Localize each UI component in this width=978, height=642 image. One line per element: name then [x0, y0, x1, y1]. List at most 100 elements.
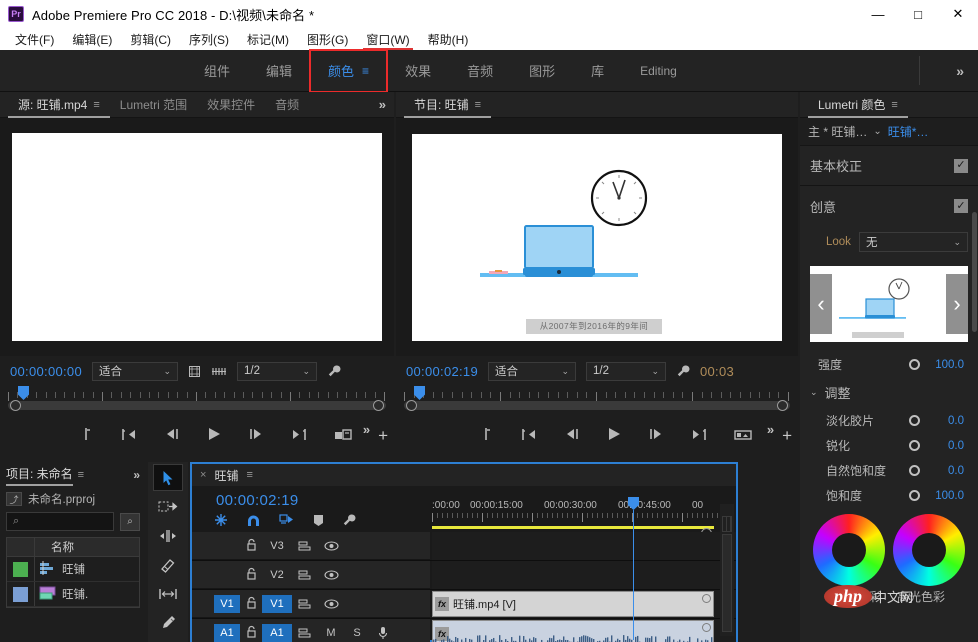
track-header-v1[interactable]: V1 V1 [192, 590, 430, 618]
play-button-icon[interactable] [206, 427, 222, 441]
table-row[interactable]: 旺铺. [7, 582, 139, 607]
timeline-vertical-scrollbar[interactable] [720, 504, 734, 636]
lumetri-look-next-button[interactable]: › [946, 274, 968, 334]
program-zoom-scrollbar[interactable] [404, 400, 790, 411]
lumetri-intensity-knob[interactable] [909, 359, 920, 370]
workspace-tab-libraries[interactable]: 库 [573, 50, 622, 92]
menu-marker[interactable]: 标记(M) [238, 29, 298, 50]
source-patch-v3[interactable] [214, 537, 240, 555]
track-header-v3[interactable]: V3 [192, 532, 430, 560]
maximize-button[interactable]: □ [898, 0, 938, 28]
lumetri-look-preview[interactable]: ‹ › [810, 266, 968, 342]
timeline-work-area-bar[interactable] [432, 526, 714, 529]
mute-track-button[interactable]: M [318, 627, 344, 639]
track-name-v2[interactable]: V2 [262, 566, 292, 584]
ripple-edit-tool[interactable] [153, 522, 183, 549]
lumetri-look-prev-button[interactable]: ‹ [810, 274, 832, 334]
project-column-name[interactable]: 名称 [35, 538, 139, 556]
tab-program-menu-icon[interactable]: ≡ [475, 99, 481, 111]
lumetri-adjust-group-header[interactable]: ⌄ 调整 [800, 377, 978, 408]
lumetri-creative-checkbox[interactable]: ✓ [954, 199, 968, 213]
mark-in-out-icon[interactable] [82, 427, 94, 441]
tab-lumetri-scopes[interactable]: Lumetri 范围 [110, 92, 197, 118]
workspace-tab-assembly[interactable]: 组件 [186, 50, 248, 92]
linked-selection-icon[interactable] [279, 513, 295, 527]
close-button[interactable]: ✕ [938, 0, 978, 28]
source-scrub-bar[interactable] [8, 386, 386, 412]
export-frame-icon[interactable] [734, 427, 752, 441]
lock-icon[interactable] [240, 538, 262, 554]
track-name-a1[interactable]: A1 [262, 624, 292, 642]
highlight-tint-wheel[interactable] [893, 514, 965, 586]
menu-sequence[interactable]: 序列(S) [180, 29, 238, 50]
sync-lock-icon[interactable] [292, 569, 318, 581]
source-zoom-scrollbar[interactable] [8, 400, 386, 411]
lumetri-scrollbar[interactable] [972, 212, 977, 332]
step-back-icon[interactable] [564, 428, 580, 440]
play-button-icon[interactable] [606, 427, 622, 441]
menu-window[interactable]: 窗口(W) [357, 29, 418, 50]
minimize-button[interactable]: — [858, 0, 898, 28]
selection-tool[interactable] [153, 464, 183, 491]
workspace-overflow-icon[interactable]: » [956, 63, 964, 79]
clip-end-handle[interactable] [702, 594, 711, 603]
slip-tool[interactable] [153, 580, 183, 607]
tab-effect-controls[interactable]: 效果控件 [197, 92, 265, 118]
menu-edit[interactable]: 编辑(E) [63, 29, 121, 50]
source-patch-a1[interactable]: A1 [214, 624, 240, 642]
lock-icon[interactable] [240, 625, 262, 641]
source-monitor-video-area[interactable] [0, 118, 394, 356]
project-filter-button[interactable]: ⌕ [120, 512, 140, 531]
sync-lock-icon[interactable] [292, 627, 318, 639]
lumetri-faded-film-value[interactable]: 0.0 [926, 415, 964, 427]
program-zoom-knob-right[interactable] [777, 400, 788, 411]
tab-source-clip[interactable]: 源: 旺铺.mp4 ≡ [8, 92, 110, 118]
source-fit-select[interactable]: 适合 ⌄ [91, 361, 178, 381]
clip-end-handle[interactable] [702, 623, 711, 632]
track-name-v3[interactable]: V3 [262, 537, 292, 555]
step-back-icon[interactable] [164, 428, 180, 440]
shadow-tint-wheel[interactable] [813, 514, 885, 586]
solo-track-button[interactable]: S [344, 627, 370, 639]
lumetri-clip-label[interactable]: 旺铺*… [888, 123, 929, 140]
program-timecode[interactable]: 00:00:02:19 [406, 364, 478, 379]
tab-audio-clip-mixer[interactable]: 音频 [265, 92, 309, 118]
track-header-v2[interactable]: V2 [192, 561, 430, 589]
menu-help[interactable]: 帮助(H) [419, 29, 478, 50]
chevron-down-icon[interactable]: ⌄ [873, 126, 881, 137]
program-transport-overflow-icon[interactable]: » [767, 422, 774, 437]
voice-over-mic-icon[interactable] [370, 626, 396, 640]
workspace-tab-color[interactable]: 颜色 ≡ [309, 48, 389, 93]
track-body-a1[interactable]: fx [432, 619, 736, 642]
menu-clip[interactable]: 剪辑(C) [121, 29, 180, 50]
project-panel-title[interactable]: 项目: 未命名 [6, 465, 73, 486]
project-panel-overflow-icon[interactable]: » [133, 468, 146, 482]
lumetri-sharpen-value[interactable]: 0.0 [926, 440, 964, 452]
snap-in-timeline-icon[interactable] [214, 513, 228, 527]
timeline-close-icon[interactable]: × [200, 469, 206, 481]
lumetri-intensity-value[interactable]: 100.0 [926, 359, 964, 371]
timeline-scroll-buttons[interactable] [722, 516, 732, 532]
timeline-clip-video[interactable]: fx 旺铺.mp4 [V] [432, 591, 714, 617]
track-header-a1[interactable]: A1 A1 M S [192, 619, 430, 642]
lock-icon[interactable] [240, 567, 262, 583]
program-resolution-select[interactable]: 1/2 ⌄ [585, 361, 666, 381]
lumetri-saturation-value[interactable]: 100.0 [926, 490, 964, 502]
menu-file[interactable]: 文件(F) [6, 29, 63, 50]
lumetri-sharpen-knob[interactable] [909, 440, 920, 451]
timeline-sequence-name[interactable]: 旺铺 [214, 467, 238, 484]
insert-overwrite-icon[interactable] [334, 427, 352, 441]
add-marker-icon[interactable] [313, 514, 324, 527]
tab-lumetri-menu-icon[interactable]: ≡ [891, 99, 897, 111]
program-scrub-bar[interactable] [404, 386, 790, 412]
tab-lumetri-color[interactable]: Lumetri 颜色 ≡ [808, 92, 908, 118]
source-resolution-select[interactable]: 1/2 ⌄ [236, 361, 317, 381]
lumetri-creative-header[interactable]: 创意 ✓ [800, 186, 978, 226]
track-body-v1[interactable]: fx 旺铺.mp4 [V] [432, 590, 736, 618]
project-search-input[interactable]: ⌕ [6, 512, 114, 531]
source-settings-wrench-icon[interactable] [327, 364, 341, 378]
workspace-tab-effects[interactable]: 效果 [387, 50, 449, 92]
track-body-v3[interactable] [432, 532, 736, 560]
timeline-scroll-thumb[interactable] [722, 534, 732, 632]
workspace-tab-editing-en[interactable]: Editing [622, 50, 695, 92]
